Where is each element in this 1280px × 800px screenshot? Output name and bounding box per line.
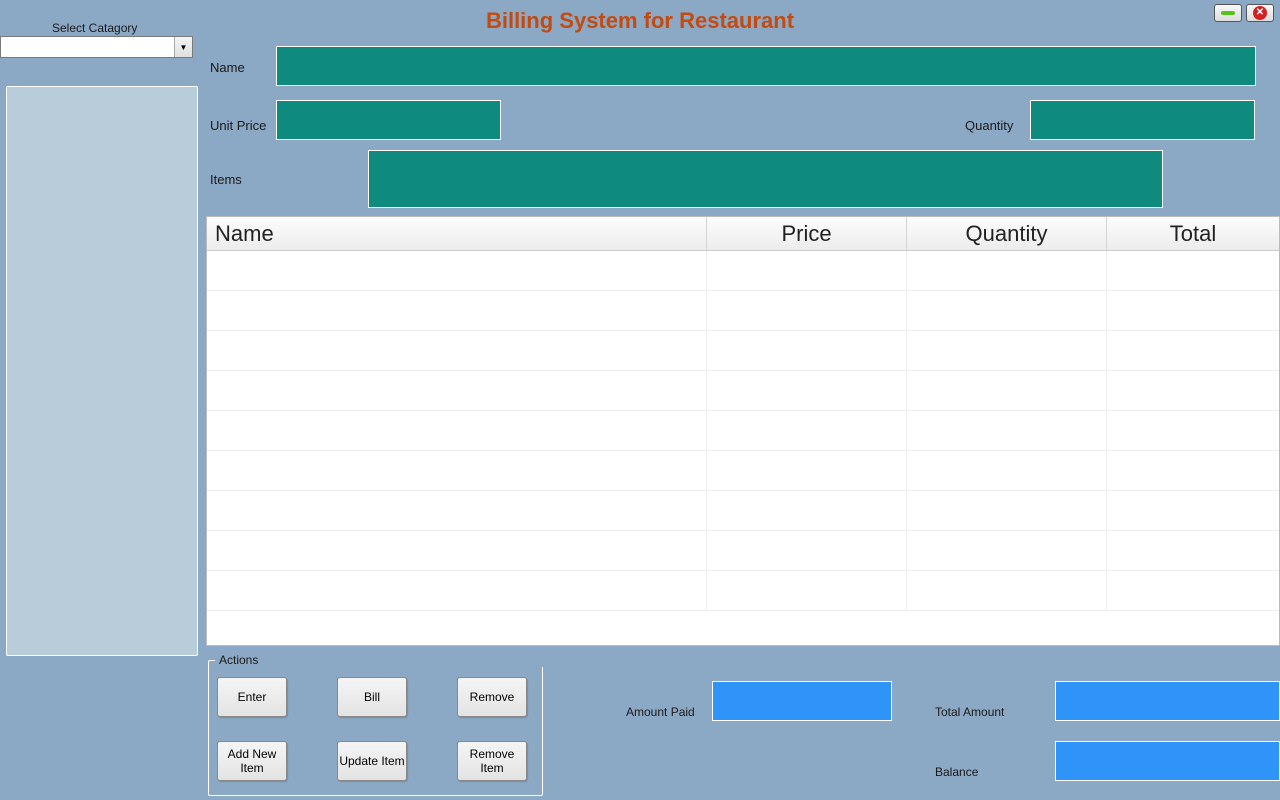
page-title: Billing System for Restaurant [0,8,1280,34]
col-name[interactable]: Name [207,217,707,250]
table-row[interactable] [207,371,1279,411]
remove-button[interactable]: Remove [457,677,527,717]
remove-item-button[interactable]: Remove Item [457,741,527,781]
table-row[interactable] [207,451,1279,491]
enter-button[interactable]: Enter [217,677,287,717]
actions-legend: Actions [215,653,548,667]
col-price[interactable]: Price [707,217,907,250]
items-table: Name Price Quantity Total [206,216,1280,646]
add-new-item-button[interactable]: Add New Item [217,741,287,781]
actions-group: Actions Enter Bill Remove Add New Item U… [208,660,543,796]
table-row[interactable] [207,571,1279,611]
total-amount-input[interactable] [1055,681,1280,721]
col-total[interactable]: Total [1107,217,1279,250]
total-amount-label: Total Amount [935,705,1004,719]
table-row[interactable] [207,491,1279,531]
col-quantity[interactable]: Quantity [907,217,1107,250]
table-body [207,251,1279,611]
table-header: Name Price Quantity Total [207,217,1279,251]
category-select[interactable]: ▼ [0,36,193,58]
quantity-label: Quantity [965,118,1013,133]
category-label: Select Catagory [52,21,137,35]
name-input[interactable] [276,46,1256,86]
amount-paid-label: Amount Paid [626,705,695,719]
name-label: Name [210,60,245,75]
balance-input[interactable] [1055,741,1280,781]
update-item-button[interactable]: Update Item [337,741,407,781]
category-listbox[interactable] [6,86,198,656]
bill-button[interactable]: Bill [337,677,407,717]
items-input[interactable] [368,150,1163,208]
table-row[interactable] [207,531,1279,571]
balance-label: Balance [935,765,978,779]
chevron-down-icon[interactable]: ▼ [174,37,192,57]
table-row[interactable] [207,411,1279,451]
unit-price-input[interactable] [276,100,501,140]
table-row[interactable] [207,251,1279,291]
table-row[interactable] [207,331,1279,371]
quantity-input[interactable] [1030,100,1255,140]
amount-paid-input[interactable] [712,681,892,721]
table-row[interactable] [207,291,1279,331]
items-label: Items [210,172,242,187]
unit-price-label: Unit Price [210,118,266,133]
